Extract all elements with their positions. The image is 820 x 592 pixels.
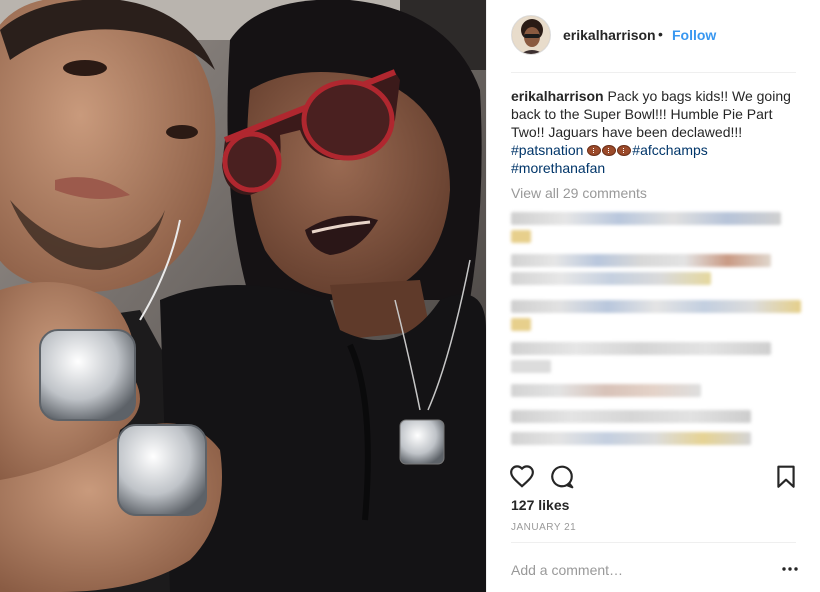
blurred-comment	[511, 212, 781, 225]
add-comment-input[interactable]	[511, 560, 761, 580]
view-all-comments-link[interactable]: View all 29 comments	[511, 185, 647, 201]
header-divider	[511, 72, 796, 73]
blurred-comment	[511, 342, 771, 355]
likes-count[interactable]: 127 likes	[511, 497, 569, 513]
post-details-panel: erikalharrison • Follow erikalharrison P…	[486, 0, 820, 592]
post-photo[interactable]	[0, 0, 486, 592]
blurred-comment	[511, 254, 771, 267]
blurred-comment	[511, 318, 531, 331]
username-link[interactable]: erikalharrison	[563, 27, 656, 43]
blurred-comment	[511, 360, 551, 373]
comment-divider	[511, 542, 796, 543]
blurred-comment	[511, 384, 701, 397]
blurred-comment	[511, 230, 531, 243]
speech-bubble-icon[interactable]	[549, 464, 575, 490]
hashtag-link[interactable]: #afcchamps	[632, 142, 707, 158]
blurred-comment	[511, 432, 751, 445]
post-header: erikalharrison • Follow	[487, 0, 820, 72]
avatar-image	[512, 16, 550, 54]
separator-dot: •	[658, 26, 663, 42]
blurred-comment	[511, 410, 751, 423]
heart-icon[interactable]	[509, 464, 535, 490]
blurred-comment	[511, 300, 801, 313]
post-image	[0, 0, 486, 592]
follow-button[interactable]: Follow	[672, 27, 716, 43]
caption-username[interactable]: erikalharrison	[511, 88, 604, 104]
post-date[interactable]: JANUARY 21	[511, 522, 576, 533]
action-bar	[487, 456, 820, 496]
post-caption: erikalharrison Pack yo bags kids!! We go…	[511, 87, 801, 177]
hashtag-link[interactable]: #patsnation	[511, 142, 583, 158]
bookmark-icon[interactable]	[773, 464, 799, 490]
hashtag-link[interactable]: #morethanafan	[511, 160, 605, 176]
football-emoji-icon	[587, 142, 632, 158]
blurred-comment	[511, 272, 711, 285]
more-options-icon[interactable]	[781, 562, 799, 576]
avatar[interactable]	[511, 15, 551, 55]
